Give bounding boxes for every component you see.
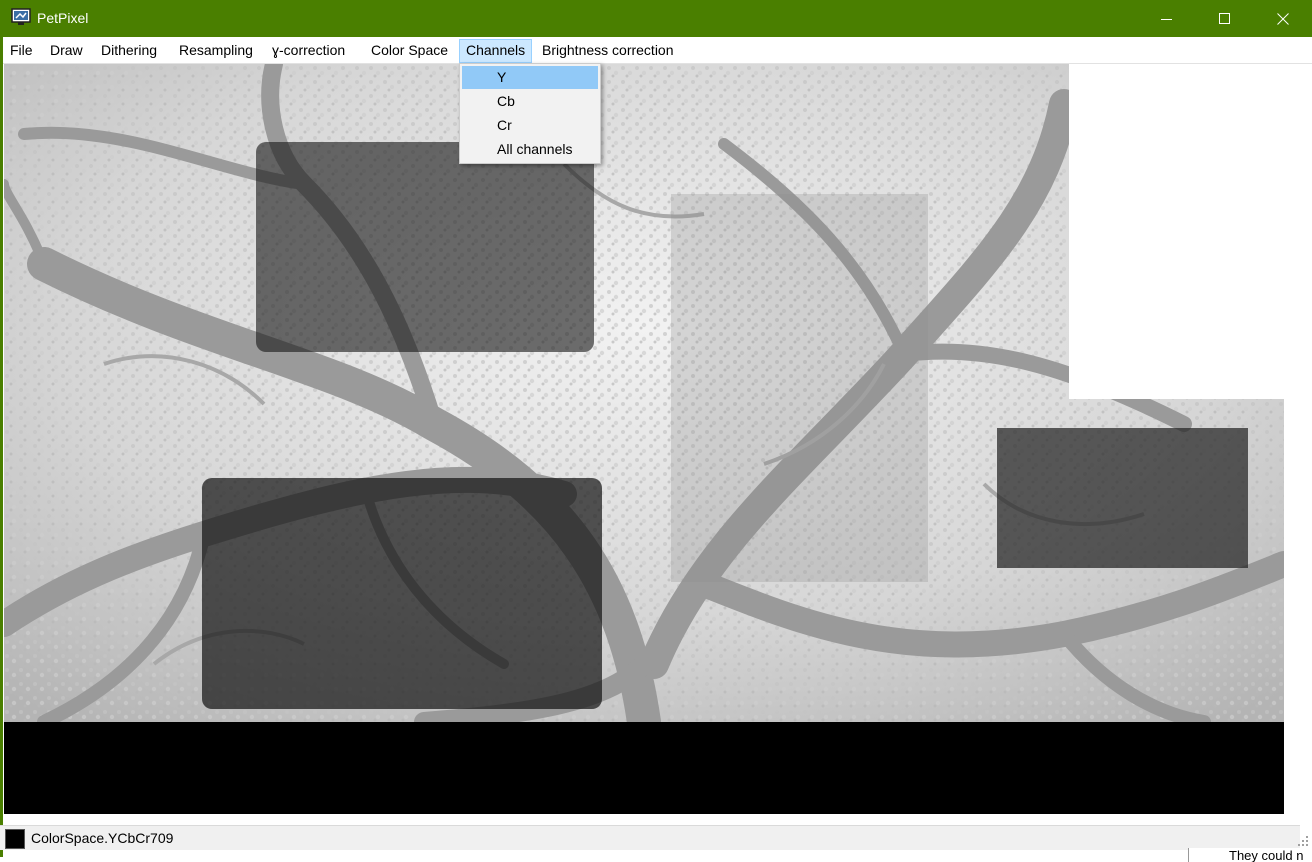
menu-file[interactable]: File bbox=[3, 39, 40, 63]
channel-cr-option[interactable]: Cr bbox=[462, 114, 598, 137]
dark-rect-top-left bbox=[256, 142, 594, 352]
title-bar[interactable]: PetPixel bbox=[0, 0, 1312, 37]
menu-gamma-correction[interactable]: ɣ-correction bbox=[265, 39, 352, 63]
menu-draw[interactable]: Draw bbox=[43, 39, 90, 63]
status-bar: ColorSpace.YCbCr709 bbox=[0, 825, 1300, 850]
current-color-swatch[interactable] bbox=[5, 829, 25, 849]
maximize-icon bbox=[1219, 12, 1230, 24]
channel-y-option[interactable]: Y bbox=[462, 66, 598, 89]
all-channels-option[interactable]: All channels bbox=[462, 138, 598, 161]
resize-grip-icon[interactable] bbox=[1298, 834, 1310, 848]
close-button[interactable] bbox=[1254, 0, 1312, 37]
dark-rect-bottom-left bbox=[202, 478, 602, 709]
menu-resampling[interactable]: Resampling bbox=[172, 39, 260, 63]
minimize-icon bbox=[1161, 18, 1172, 20]
background-window: They could n bbox=[1188, 848, 1312, 862]
menu-bar: File Draw Dithering Resampling ɣ-correct… bbox=[3, 37, 1312, 64]
menu-color-space[interactable]: Color Space bbox=[364, 39, 455, 63]
window-title: PetPixel bbox=[37, 10, 89, 26]
channels-dropdown: Y Cb Cr All channels bbox=[459, 63, 601, 164]
channel-cb-option[interactable]: Cb bbox=[462, 90, 598, 113]
menu-channels[interactable]: Channels bbox=[459, 39, 533, 63]
menu-brightness-correction[interactable]: Brightness correction bbox=[535, 39, 681, 63]
minimize-button[interactable] bbox=[1138, 0, 1196, 37]
menu-dithering[interactable]: Dithering bbox=[94, 39, 164, 63]
light-rect-center bbox=[671, 194, 928, 582]
maximize-button[interactable] bbox=[1196, 0, 1254, 37]
close-icon bbox=[1277, 12, 1289, 25]
image-canvas[interactable] bbox=[4, 64, 1284, 814]
dark-rect-right bbox=[997, 428, 1248, 568]
background-window-text: They could n bbox=[1229, 848, 1304, 862]
app-icon bbox=[11, 8, 31, 25]
blank-region bbox=[1069, 64, 1284, 399]
window-border bbox=[0, 37, 3, 857]
black-strip bbox=[4, 722, 1284, 814]
status-text: ColorSpace.YCbCr709 bbox=[31, 830, 174, 846]
